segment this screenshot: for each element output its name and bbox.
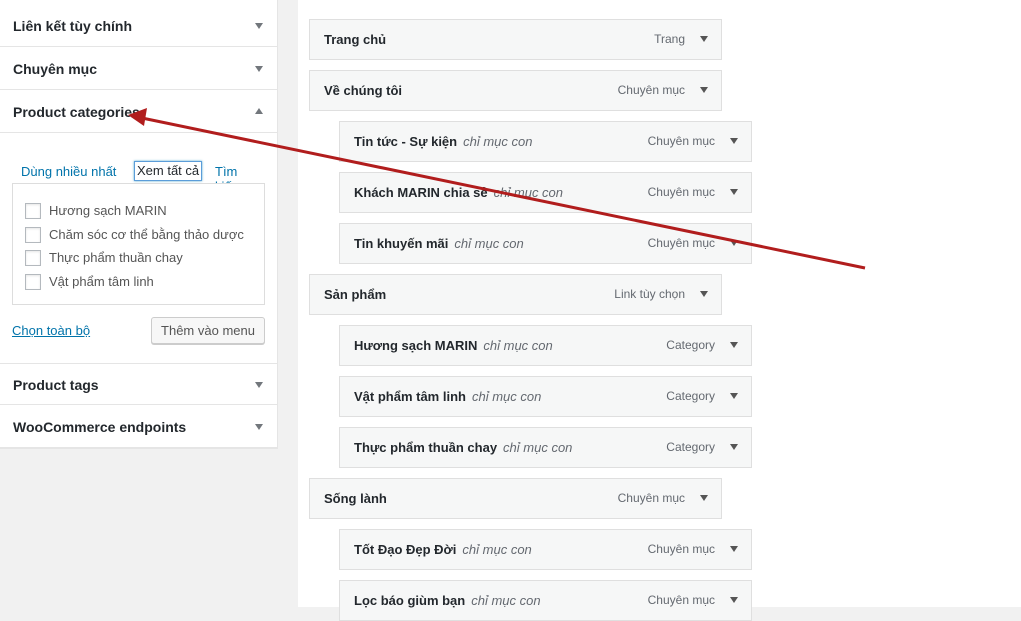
accordion-title: Product categories xyxy=(13,104,140,120)
menu-item-type: Chuyên mục xyxy=(647,134,715,148)
menu-item[interactable]: Về chúng tôi Chuyên mục xyxy=(309,70,722,111)
chevron-down-icon[interactable] xyxy=(700,291,708,297)
accordion-product-tags[interactable]: Product tags xyxy=(0,363,277,405)
checkbox[interactable] xyxy=(25,203,41,219)
checkbox[interactable] xyxy=(25,274,41,290)
category-checklist: Hương sạch MARIN Chăm sóc cơ thể bằng th… xyxy=(12,183,265,305)
menu-item-title: Tin tức - Sự kiện chỉ mục con xyxy=(354,134,533,149)
accordion-title: Product tags xyxy=(13,377,99,393)
submenu-label: chỉ mục con xyxy=(471,389,542,404)
menu-item[interactable]: Vật phẩm tâm linh chỉ mục con Category xyxy=(339,376,752,417)
submenu-label: chỉ mục con xyxy=(483,338,553,353)
menu-item-type: Chuyên mục xyxy=(647,185,715,199)
menu-item-type: Chuyên mục xyxy=(647,542,715,556)
chevron-down-icon[interactable] xyxy=(730,546,738,552)
menu-item-type: Chuyên mục xyxy=(647,593,715,607)
menu-item-title: Tốt Đạo Đẹp Đời chỉ mục con xyxy=(354,542,532,557)
menu-item[interactable]: Lọc báo giùm bạn chỉ mục con Chuyên mục xyxy=(339,580,752,621)
add-to-menu-button[interactable]: Thêm vào menu xyxy=(151,317,265,344)
submenu-label: chỉ mục con xyxy=(462,542,532,557)
menu-item[interactable]: Tin tức - Sự kiện chỉ mục con Chuyên mục xyxy=(339,121,752,162)
chevron-down-icon[interactable] xyxy=(255,382,263,388)
category-label: Vật phẩm tâm linh xyxy=(49,274,154,289)
accordion-title: Liên kết tùy chính xyxy=(13,18,133,34)
menu-item-title: Tin khuyến mãi chỉ mục con xyxy=(354,236,524,251)
menu-item[interactable]: Khách MARIN chia sẻ chỉ mục con Chuyên mụ… xyxy=(339,172,752,213)
chevron-down-icon[interactable] xyxy=(730,393,738,399)
menu-item-title: Sản phẩm xyxy=(324,287,387,302)
menu-item-type: Chuyên mục xyxy=(647,236,715,250)
chevron-down-icon[interactable] xyxy=(700,36,708,42)
accordion-woocommerce-endpoints[interactable]: WooCommerce endpoints xyxy=(0,406,277,448)
tab-most-used[interactable]: Dùng nhiều nhất xyxy=(21,164,116,179)
accordion-product-categories[interactable]: Product categories xyxy=(0,91,277,133)
select-all-link[interactable]: Chọn toàn bộ xyxy=(12,323,90,338)
menu-item-type: Chuyên mục xyxy=(617,83,685,97)
menu-items-panel: Liên kết tùy chính Chuyên mục Product ca… xyxy=(0,0,278,449)
menu-item[interactable]: Thực phẩm thuần chay chỉ mục con Category xyxy=(339,427,752,468)
menu-item[interactable]: Trang chủ Trang xyxy=(309,19,722,60)
menu-item-type: Chuyên mục xyxy=(617,491,685,505)
submenu-label: chỉ mục con xyxy=(503,440,573,455)
accordion-custom-links[interactable]: Liên kết tùy chính xyxy=(0,5,277,47)
menu-structure: Trang chủ Trang Về chúng tôi Chuyên mục … xyxy=(298,0,1021,621)
chevron-down-icon[interactable] xyxy=(730,138,738,144)
menu-item-title: Khách MARIN chia sẻ chỉ mục con xyxy=(354,185,564,200)
menu-item[interactable]: Tin khuyến mãi chỉ mục con Chuyên mục xyxy=(339,223,752,264)
menu-item-type: Category xyxy=(666,389,715,403)
menu-item-title: Vật phẩm tâm linh chỉ mục con xyxy=(354,389,542,404)
submenu-label: chỉ mục con xyxy=(454,236,524,251)
menu-item[interactable]: Tốt Đạo Đẹp Đời chỉ mục con Chuyên mục xyxy=(339,529,752,570)
chevron-up-icon[interactable] xyxy=(255,108,263,114)
menu-item[interactable]: Hương sạch MARIN chỉ mục con Category xyxy=(339,325,752,366)
chevron-down-icon[interactable] xyxy=(700,87,708,93)
chevron-down-icon[interactable] xyxy=(730,444,738,450)
chevron-down-icon[interactable] xyxy=(730,597,738,603)
submenu-label: chỉ mục con xyxy=(471,593,541,608)
checkbox[interactable] xyxy=(25,250,41,266)
menu-item-type: Category xyxy=(666,338,715,352)
chevron-down-icon[interactable] xyxy=(255,424,263,430)
tab-view-all[interactable]: Xem tất cả xyxy=(134,161,202,181)
menu-item-title: Sống lành xyxy=(324,491,387,506)
menu-item[interactable]: Sống lành Chuyên mục xyxy=(309,478,722,519)
submenu-label: chỉ mục con xyxy=(493,185,564,200)
category-label: Thực phẩm thuần chay xyxy=(49,250,183,265)
chevron-down-icon[interactable] xyxy=(700,495,708,501)
category-label: Hương sạch MARIN xyxy=(49,203,167,218)
menu-item[interactable]: Sản phẩm Link tùy chọn xyxy=(309,274,722,315)
chevron-down-icon[interactable] xyxy=(730,240,738,246)
chevron-down-icon[interactable] xyxy=(730,189,738,195)
menu-item-title: Về chúng tôi xyxy=(324,83,402,98)
menu-item-title: Hương sạch MARIN chỉ mục con xyxy=(354,338,553,353)
menu-item-title: Lọc báo giùm bạn chỉ mục con xyxy=(354,593,541,608)
chevron-down-icon[interactable] xyxy=(255,23,263,29)
category-tabs: Dùng nhiều nhất Xem tất cả Tìm kiếm xyxy=(12,160,268,194)
category-label: Chăm sóc cơ thể bằng thảo dược xyxy=(49,227,244,242)
menu-item-type: Trang xyxy=(654,32,685,46)
menu-item-title: Thực phẩm thuần chay chỉ mục con xyxy=(354,440,573,455)
menu-item-type: Category xyxy=(666,440,715,454)
menu-item-title: Trang chủ xyxy=(324,32,387,47)
checkbox[interactable] xyxy=(25,227,41,243)
submenu-label: chỉ mục con xyxy=(463,134,533,149)
accordion-title: Chuyên mục xyxy=(13,61,98,77)
accordion-title: WooCommerce endpoints xyxy=(13,419,187,435)
chevron-down-icon[interactable] xyxy=(255,66,263,72)
menu-item-type: Link tùy chọn xyxy=(614,287,685,301)
chevron-down-icon[interactable] xyxy=(730,342,738,348)
accordion-categories[interactable]: Chuyên mục xyxy=(0,48,277,90)
